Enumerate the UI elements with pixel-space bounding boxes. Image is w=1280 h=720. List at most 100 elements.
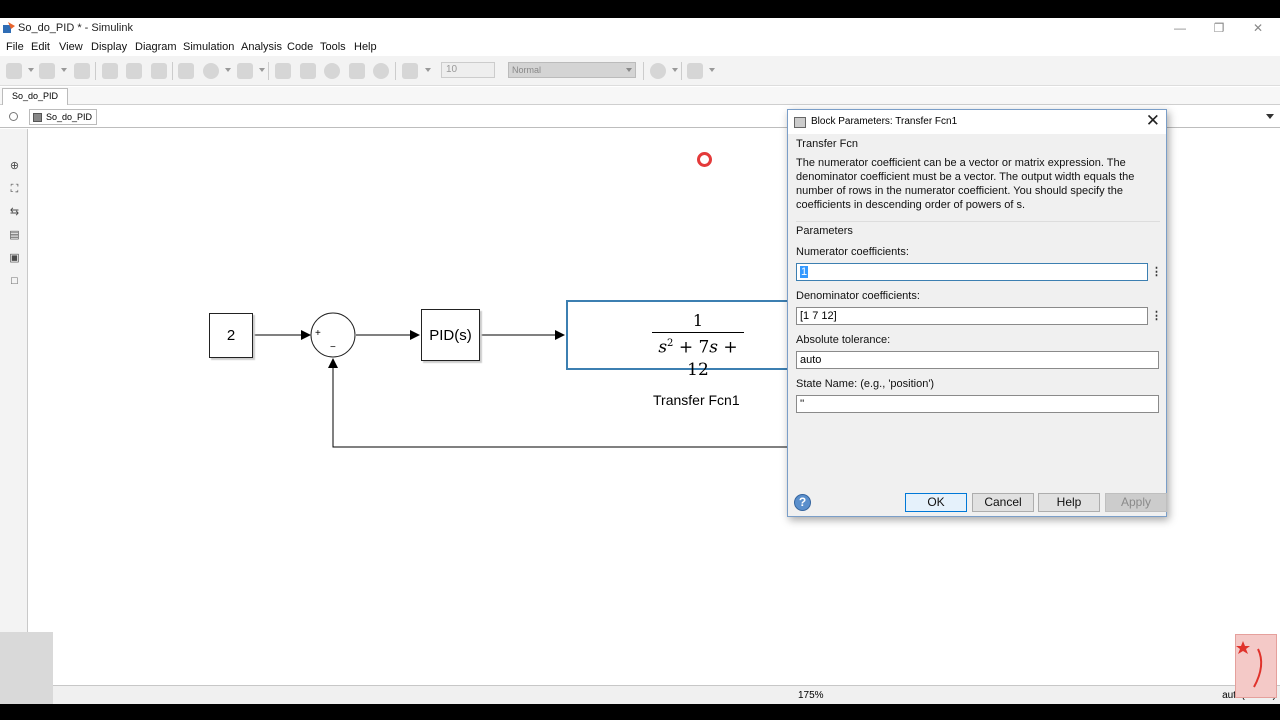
explorer-dropdown-icon[interactable]: [259, 68, 265, 72]
constant-block[interactable]: 2: [209, 313, 253, 358]
expand-address-chevron-icon[interactable]: [1266, 114, 1274, 119]
menu-file[interactable]: File: [6, 41, 24, 53]
absolute-tolerance-field[interactable]: auto: [796, 351, 1159, 369]
menu-edit[interactable]: Edit: [31, 41, 50, 53]
scope-icon[interactable]: [402, 63, 418, 79]
denominator-field[interactable]: [1 7 12]: [796, 307, 1148, 325]
library-browser-icon[interactable]: [178, 63, 194, 79]
state-name-field[interactable]: '': [796, 395, 1159, 413]
toolbar-separator: [681, 62, 682, 80]
sum-block[interactable]: [311, 313, 355, 357]
denominator-more-options-icon[interactable]: ⋮: [1151, 309, 1162, 323]
menu-view[interactable]: View: [59, 41, 83, 53]
stop-time-input[interactable]: 10: [441, 62, 495, 78]
transfer-fcn-block[interactable]: 1 s2 + 7s + 12: [566, 300, 796, 380]
fit-to-view-icon[interactable]: ⛶: [8, 183, 21, 195]
channel-logo: [1235, 634, 1277, 698]
area-icon[interactable]: □: [8, 275, 21, 287]
up-arrow-icon[interactable]: [151, 63, 167, 79]
breadcrumb-model[interactable]: So_do_PID: [29, 109, 98, 125]
toolbar: 10 Normal: [0, 56, 1280, 86]
toolbar-separator: [643, 62, 644, 80]
tab-so-do-pid[interactable]: So_do_PID: [2, 88, 69, 105]
title-bar: So_do_PID * - Simulink — ❐ ✕: [0, 18, 1280, 38]
model-settings-gear-icon[interactable]: [203, 63, 219, 79]
dialog-title-bar[interactable]: Block Parameters: Transfer Fcn1 ✕: [788, 110, 1166, 134]
webcam-overlay: [0, 632, 53, 704]
close-window-button[interactable]: ✕: [1238, 19, 1278, 37]
absolute-tolerance-label: Absolute tolerance:: [796, 334, 891, 346]
tf-denominator: s2 + 7s + 12: [652, 332, 744, 381]
step-back-single-icon[interactable]: [300, 63, 316, 79]
denominator-label: Denominator coefficients:: [796, 290, 920, 302]
toolbar-separator: [395, 62, 396, 80]
menu-tools[interactable]: Tools: [320, 41, 346, 53]
menu-simulation[interactable]: Simulation: [183, 41, 234, 53]
menu-bar: File Edit View Display Diagram Simulatio…: [0, 38, 1280, 56]
constant-value: 2: [226, 327, 236, 344]
model-icon: [33, 113, 42, 122]
menu-display[interactable]: Display: [91, 41, 127, 53]
tf-equation: 1 s2 + 7s + 12: [652, 311, 744, 381]
save-icon[interactable]: [74, 63, 90, 79]
step-forward-icon[interactable]: [349, 63, 365, 79]
open-dropdown-icon[interactable]: [61, 68, 67, 72]
status-bar: 175% auto(ode45): [0, 685, 1280, 704]
settings-dropdown-icon[interactable]: [225, 68, 231, 72]
model-advisor-check-icon[interactable]: [650, 63, 666, 79]
numerator-label: Numerator coefficients:: [796, 246, 909, 258]
forward-arrow-icon[interactable]: [126, 63, 142, 79]
dialog-title: Block Parameters: Transfer Fcn1: [811, 116, 958, 127]
block-description: The numerator coefficient can be a vecto…: [796, 157, 1135, 211]
build-dropdown-icon[interactable]: [709, 68, 715, 72]
numerator-field[interactable]: 1: [796, 263, 1148, 281]
step-back-icon[interactable]: [275, 63, 291, 79]
menu-help[interactable]: Help: [354, 41, 377, 53]
logo-mark: [1236, 641, 1263, 688]
simulation-mode-select[interactable]: Normal: [508, 62, 636, 78]
model-explorer-icon[interactable]: [237, 63, 253, 79]
new-dropdown-icon[interactable]: [28, 68, 34, 72]
transfer-fcn-name[interactable]: Transfer Fcn1: [653, 392, 740, 408]
toolbar-separator: [268, 62, 269, 80]
state-name-label: State Name: (e.g., 'position'): [796, 378, 935, 390]
toolbar-separator: [172, 62, 173, 80]
block-parameters-dialog: Block Parameters: Transfer Fcn1 ✕ Transf…: [787, 109, 1167, 517]
left-palette: ⊕ ⛶ ⇆ ▤ ▣ □ ◘: [0, 129, 28, 685]
help-question-icon[interactable]: ?: [794, 494, 811, 511]
numerator-more-options-icon[interactable]: ⋮: [1151, 265, 1162, 279]
menu-diagram[interactable]: Diagram: [135, 41, 177, 53]
menu-analysis[interactable]: Analysis: [241, 41, 282, 53]
hide-browser-icon[interactable]: [9, 112, 18, 121]
run-play-icon[interactable]: [324, 63, 340, 79]
simulink-app-icon: [3, 22, 15, 33]
window-title: So_do_PID * - Simulink: [18, 22, 133, 34]
advisor-dropdown-icon[interactable]: [672, 68, 678, 72]
help-button[interactable]: Help: [1038, 493, 1100, 512]
build-grid-icon[interactable]: [687, 63, 703, 79]
stop-icon[interactable]: [373, 63, 389, 79]
minimize-button[interactable]: —: [1160, 19, 1200, 37]
numerator-value: 1: [800, 266, 809, 278]
ok-button[interactable]: OK: [905, 493, 967, 512]
cursor-highlight-icon: [697, 152, 712, 167]
zoom-level: 175%: [798, 690, 824, 701]
annotation-icon[interactable]: ▤: [8, 229, 21, 241]
open-folder-icon[interactable]: [39, 63, 55, 79]
image-icon[interactable]: ▣: [8, 252, 21, 264]
menu-code[interactable]: Code: [287, 41, 313, 53]
apply-button[interactable]: Apply: [1105, 493, 1167, 512]
close-icon[interactable]: ✕: [1146, 111, 1160, 131]
zoom-icon[interactable]: ⊕: [8, 160, 21, 172]
toolbar-separator: [95, 62, 96, 80]
dialog-block-icon: [794, 117, 806, 128]
block-type-heading: Transfer Fcn: [796, 138, 858, 150]
pid-controller-block[interactable]: PID(s): [421, 309, 480, 361]
tf-numerator: 1: [692, 311, 704, 330]
restore-button[interactable]: ❐: [1199, 19, 1239, 37]
cancel-button[interactable]: Cancel: [972, 493, 1034, 512]
arrows-icon[interactable]: ⇆: [8, 206, 21, 218]
new-model-icon[interactable]: [6, 63, 22, 79]
back-arrow-icon[interactable]: [102, 63, 118, 79]
scope-dropdown-icon[interactable]: [425, 68, 431, 72]
